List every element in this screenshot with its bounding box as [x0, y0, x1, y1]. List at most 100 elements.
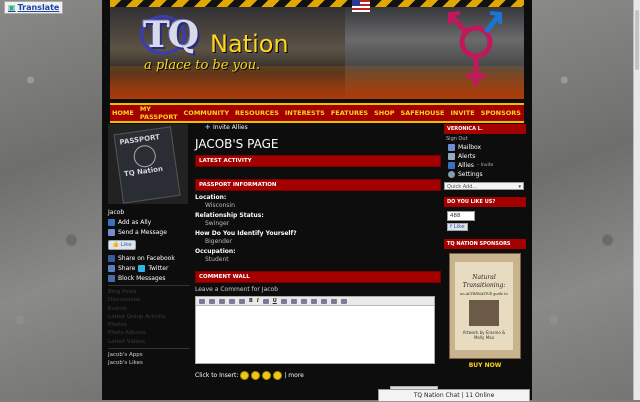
section-link[interactable]: Photo Albums — [108, 330, 190, 336]
field-value: Student — [205, 256, 229, 263]
header-banner: TQ Nation a place to be you. — [110, 0, 524, 99]
users-icon — [448, 162, 455, 169]
field-label: Occupation: — [195, 248, 236, 255]
nav-features[interactable]: FEATURES — [328, 109, 371, 117]
divider — [108, 347, 190, 349]
nav-safehouse[interactable]: SAFEHOUSE — [398, 109, 448, 117]
envelope-icon — [448, 144, 455, 151]
apps-title[interactable]: Jacob's Apps — [108, 352, 190, 358]
section-link[interactable]: Blog Posts — [108, 289, 190, 295]
paintbrush-icon[interactable] — [239, 298, 245, 304]
facebook-icon: f — [450, 224, 452, 230]
book-cover-inner: Natural Transitioning: an ALTERNATIVE gui… — [455, 262, 513, 350]
gear-icon — [448, 171, 455, 178]
alerts-link[interactable]: Alerts — [448, 153, 526, 160]
comment-editor[interactable]: B I U — [195, 296, 435, 364]
logo-tagline: a place to be you. — [144, 58, 261, 73]
settings-link[interactable]: Settings — [448, 171, 526, 178]
site-container: TQ Nation a place to be you. HOME MY PAS… — [102, 0, 532, 400]
background-texture-right — [532, 0, 640, 400]
nav-interests[interactable]: INTERESTS — [282, 109, 328, 117]
us-flag-icon — [352, 0, 370, 12]
passport-fields: Location: Wisconsin Relationship Status:… — [195, 194, 441, 263]
profile-photo[interactable]: PASSPORT TQ Nation — [108, 124, 188, 204]
section-link[interactable]: Discussions — [108, 297, 190, 303]
blockquote-icon[interactable] — [310, 298, 317, 304]
facebook-like-button[interactable]: 👍 Like — [108, 240, 136, 250]
smiley-icon[interactable] — [240, 371, 250, 380]
nav-invite[interactable]: INVITE — [448, 109, 478, 117]
invite-link[interactable]: – Invite — [477, 163, 493, 168]
more-emoticons-link[interactable]: | more — [284, 372, 303, 379]
sponsors-header: TQ NATION SPONSORS — [444, 239, 526, 249]
section-link[interactable]: Events — [108, 306, 190, 312]
user-name-bar[interactable]: VERONICA L. — [444, 124, 526, 134]
field-label: How Do You Identify Yourself? — [195, 230, 297, 237]
like-us-header: DO YOU LIKE US? — [444, 197, 526, 207]
smiley-icon[interactable] — [262, 371, 272, 380]
block-messages-link[interactable]: Block Messages — [108, 275, 190, 282]
share-facebook-link[interactable]: Share on Facebook — [108, 255, 190, 262]
invite-allies-link[interactable]: ✚ Invite Allies — [205, 124, 441, 131]
facebook-like-button[interactable]: f Like — [447, 223, 468, 231]
main-nav: HOME MY PASSPORT COMMUNITY RESOURCES INT… — [110, 103, 524, 123]
nav-shop[interactable]: SHOP — [371, 109, 397, 117]
section-link[interactable]: Latest Group Activity — [108, 314, 190, 320]
align-center-icon[interactable] — [290, 298, 297, 304]
profile-sections-list: Blog Posts Discussions Events Latest Gro… — [108, 289, 190, 345]
eagle-seal-icon — [132, 143, 158, 169]
sign-out-link[interactable]: Sign Out — [446, 136, 526, 142]
image-icon[interactable] — [209, 298, 215, 304]
passport-image: PASSPORT TQ Nation — [113, 126, 181, 204]
vertical-scrollbar[interactable] — [633, 0, 640, 400]
underline-icon[interactable]: U — [273, 298, 277, 304]
twitter-icon — [138, 265, 146, 272]
buy-now-link[interactable]: BUY NOW — [444, 362, 526, 369]
bullet-list-icon[interactable] — [320, 298, 327, 304]
facebook-icon — [108, 255, 115, 262]
italic-icon[interactable]: I — [257, 298, 259, 304]
share-twitter-link[interactable]: Share Twitter — [108, 265, 190, 272]
mailbox-link[interactable]: Mailbox — [448, 144, 526, 151]
section-link[interactable]: Latest Videos — [108, 339, 190, 345]
thumbs-up-icon: 👍 — [112, 242, 119, 248]
like-count-box: 488 — [447, 211, 475, 221]
smiley-icon[interactable] — [273, 371, 283, 380]
apps-list: Jacob's Apps Jacob's Likes — [108, 352, 190, 366]
text-mode-icon[interactable] — [229, 298, 235, 304]
numbered-list-icon[interactable] — [330, 298, 337, 304]
chat-bar[interactable]: TQ Nation Chat | 11 Online — [378, 389, 530, 402]
field-value: Swinger — [205, 220, 230, 227]
smiley-icon[interactable] — [251, 371, 261, 380]
section-link[interactable]: Photos — [108, 322, 190, 328]
html-mode-icon[interactable] — [199, 298, 205, 304]
allies-link[interactable]: Allies – Invite — [448, 162, 526, 169]
main-content: ✚ Invite Allies JACOB'S PAGE LATEST ACTIV… — [195, 124, 441, 380]
align-left-icon[interactable] — [280, 298, 287, 304]
nav-sponsors[interactable]: SPONSORS — [478, 109, 524, 117]
send-message-link[interactable]: Send a Message — [108, 229, 190, 236]
nav-resources[interactable]: RESOURCES — [232, 109, 282, 117]
nav-community[interactable]: COMMUNITY — [181, 109, 233, 117]
plus-icon: ✚ — [205, 124, 211, 131]
scrollbar-thumb[interactable] — [635, 10, 639, 70]
add-ally-link[interactable]: Add as Ally — [108, 219, 190, 226]
quick-add-select[interactable]: Quick Add... — [444, 182, 524, 191]
passport-info-header: PASSPORT INFORMATION — [195, 179, 441, 191]
sponsor-book-ad[interactable]: Natural Transitioning: an ALTERNATIVE gui… — [449, 253, 521, 359]
apps-item[interactable]: Jacob's Likes — [108, 360, 190, 366]
strikethrough-icon[interactable] — [262, 298, 269, 304]
google-translate-icon: ▣ — [8, 3, 16, 12]
translate-button[interactable]: ▣ Translate — [4, 1, 64, 14]
logo-tq[interactable]: TQ — [140, 14, 199, 56]
field-label: Relationship Status: — [195, 212, 264, 219]
link-icon[interactable] — [340, 298, 347, 304]
video-icon[interactable] — [219, 298, 225, 304]
nav-my-passport[interactable]: MY PASSPORT — [137, 105, 181, 121]
align-right-icon[interactable] — [300, 298, 307, 304]
bold-icon[interactable]: B — [249, 298, 253, 304]
nav-home[interactable]: HOME — [109, 109, 137, 117]
field-value: Bigender — [205, 238, 233, 245]
block-icon — [108, 275, 115, 282]
field-label: Location: — [195, 194, 227, 201]
